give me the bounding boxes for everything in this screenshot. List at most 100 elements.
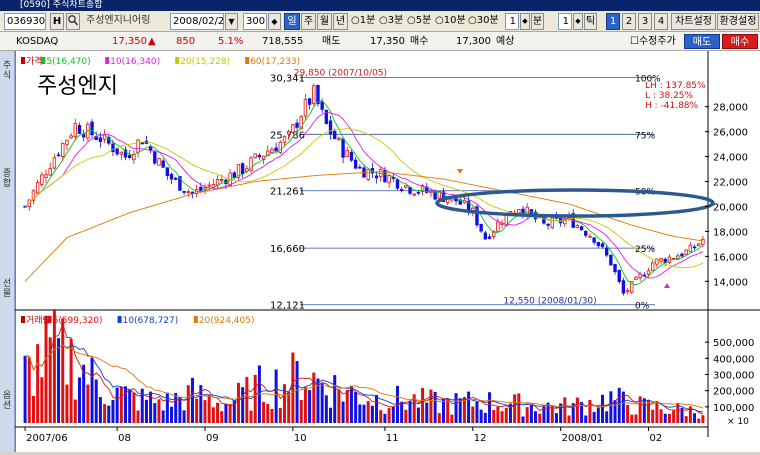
candle-body (353, 159, 358, 169)
candle-body (345, 149, 349, 157)
chart-area[interactable]: 30,341 100% 25,786 75% 21,261 50% 16,660 25% 12,… (14, 51, 760, 452)
count-input[interactable]: 300 (243, 13, 267, 30)
candle-body (546, 223, 550, 226)
volume-bar (437, 413, 441, 423)
candle-body (295, 122, 299, 128)
side-tab-futures[interactable]: 선물 (0, 279, 14, 299)
stock-code-input[interactable]: 036930 (4, 13, 46, 30)
x-axis-label: 11 (386, 433, 399, 444)
volume-bar (36, 344, 40, 423)
volume-axis-label: 500,000 (713, 338, 754, 349)
volume-axis-label: 100,000 (713, 403, 754, 414)
volume-bar (144, 399, 148, 423)
legend-swatch (105, 57, 110, 64)
side-tab-stock[interactable]: 주식 (0, 61, 14, 81)
volume-bar (642, 398, 646, 423)
minute-unit-input[interactable]: 1 (505, 13, 519, 30)
volume-bar (207, 394, 211, 423)
fib-value-label: 16,660 (270, 244, 305, 255)
volume-bar (425, 402, 429, 423)
volume-bar (479, 409, 483, 423)
magnifier-icon[interactable] (66, 13, 80, 30)
tick-button[interactable]: 틱 (584, 13, 597, 30)
volume-bar (617, 387, 621, 423)
count-stepper-icon[interactable]: ◆ (268, 13, 281, 30)
candle-body (48, 167, 52, 176)
window-title: [0590] 주식차트종합 (0, 0, 760, 11)
volume-bar (596, 408, 600, 423)
tick-unit-input[interactable]: 1 (558, 13, 572, 30)
candle-body (240, 163, 245, 174)
volume-bar (195, 398, 199, 423)
price-legend-item: 10(16,340) (110, 57, 160, 67)
candle-body (35, 182, 40, 194)
volume-bar (73, 399, 77, 423)
volume-bar (592, 411, 596, 423)
candle-body (182, 191, 186, 193)
candle-body (282, 136, 287, 143)
volume-bar (488, 392, 492, 423)
minute-stepper-icon[interactable]: ◆ (520, 13, 530, 30)
x-axis-label: 09 (206, 433, 219, 444)
volume-bar (492, 409, 496, 423)
volume-bar (471, 406, 475, 423)
price-legend-item: 가격 (26, 55, 43, 67)
candle-body (312, 85, 316, 105)
volume-bar (320, 383, 324, 423)
date-input[interactable]: 2008/02/28 (170, 13, 231, 30)
x-axis-label: 2007/06 (26, 433, 68, 444)
volume-bar (303, 387, 307, 423)
tab-day[interactable]: 일 (284, 13, 300, 30)
date-dropdown-icon[interactable]: ▼ (225, 13, 238, 30)
layout-2-button[interactable]: 2 (622, 13, 636, 30)
volume-bar (366, 401, 370, 423)
chart-settings-button[interactable]: 차트설정 (671, 13, 716, 30)
candle-body (253, 153, 257, 158)
legend-swatch (175, 57, 180, 64)
adj-price-checkbox[interactable]: ☐수정주가 (630, 34, 676, 49)
market-label: KOSDAQ (16, 36, 59, 47)
radio-30min[interactable]: ○30분 (468, 13, 499, 30)
volume-bar (600, 394, 604, 423)
sell-button[interactable]: 매도 (684, 34, 720, 49)
h-button[interactable]: H (50, 13, 64, 30)
volume-bar (387, 408, 391, 423)
radio-1min[interactable]: ○1분 (351, 13, 375, 30)
volume-bar (262, 401, 266, 423)
volume-bar (174, 392, 178, 423)
layout-1-button[interactable]: 1 (606, 13, 620, 30)
radio-5min[interactable]: ○5분 (407, 13, 431, 30)
radio-3min[interactable]: ○3분 (379, 13, 403, 30)
candle-body (692, 246, 697, 249)
side-tab-strip: 주식 종합 선물 옵션 (0, 51, 15, 452)
price-legend-item: 20(15,228) (180, 57, 230, 67)
candle-body (161, 160, 165, 168)
layout-4-button[interactable]: 4 (654, 13, 668, 30)
volume-bar (370, 405, 374, 423)
tab-year[interactable]: 년 (333, 13, 348, 30)
volume-bar (170, 406, 174, 423)
candle-body (320, 101, 324, 110)
env-settings-button[interactable]: 환경설정 (717, 13, 759, 30)
side-tab-summary[interactable]: 종합 (0, 169, 14, 189)
minute-button[interactable]: 분 (531, 13, 544, 30)
stock-annotation-title: 주성엔지 (37, 74, 118, 99)
tab-week[interactable]: 주 (301, 13, 316, 30)
candle-body (119, 151, 124, 155)
volume-bar (182, 410, 186, 423)
volume-value: 718,555 (262, 36, 304, 47)
volume-bar (554, 413, 558, 423)
volume-bar (224, 403, 228, 423)
candle-body (165, 167, 170, 176)
legend-swatch (21, 316, 25, 323)
radio-10min[interactable]: ○10분 (435, 13, 466, 30)
tab-month[interactable]: 월 (317, 13, 332, 30)
buy-button[interactable]: 매수 (722, 34, 758, 49)
candle-body (136, 139, 140, 153)
tick-stepper-icon[interactable]: ◆ (573, 13, 583, 30)
candle-body (387, 175, 391, 184)
volume-bar (504, 407, 508, 423)
side-tab-options[interactable]: 옵션 (0, 391, 14, 411)
candle-body (73, 123, 78, 137)
layout-3-button[interactable]: 3 (638, 13, 652, 30)
